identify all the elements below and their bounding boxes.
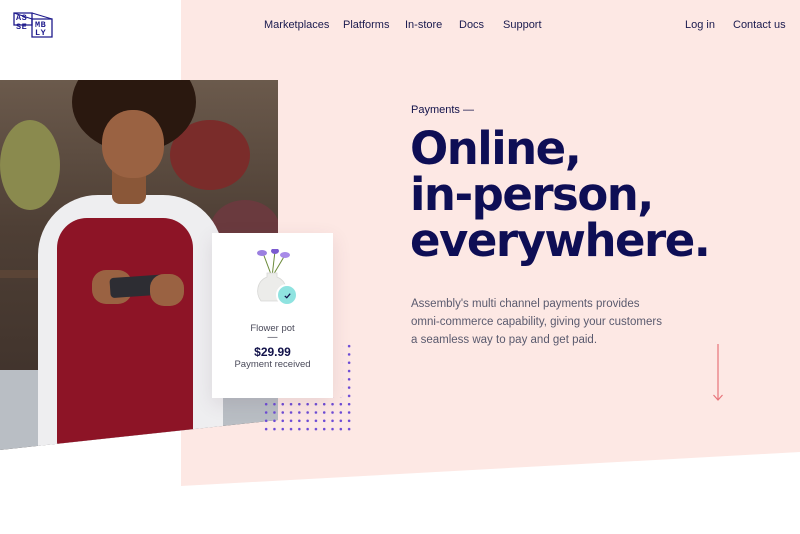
check-badge [276,284,298,306]
hero-description: Assembly's multi channel payments provid… [411,298,662,346]
login-link[interactable]: Log in [685,19,715,31]
assembly-logo[interactable]: AS SE MB LY [12,11,56,39]
logo-letters-4: LY [35,28,47,38]
person-apron [57,218,193,448]
hero-headline: Online, in-person, everywhere. [410,122,711,267]
payment-status: Payment received [234,359,311,370]
person-hand-right [150,274,184,306]
contact-us-link[interactable]: Contact us [733,19,786,31]
down-arrow-icon[interactable] [712,344,724,402]
check-icon [283,292,291,299]
headline-line-1: Online, [410,122,582,175]
person-face [102,110,164,178]
product-divider: — [267,332,278,343]
product-price: $29.99 [254,345,291,359]
nav-item-docs[interactable]: Docs [459,19,484,31]
plants-decor [0,120,60,210]
headline-line-3: everywhere. [410,214,711,267]
headline-line-2: in-person, [410,168,654,221]
logo-letters-2: SE [16,22,28,32]
payment-card: Flower pot — $29.99 Payment received [212,233,333,398]
section-eyebrow: Payments — [411,104,474,116]
nav-item-platforms[interactable]: Platforms [343,19,389,31]
nav-item-marketplaces[interactable]: Marketplaces [264,19,329,31]
nav-item-support[interactable]: Support [503,19,542,31]
nav-item-in-store[interactable]: In-store [405,19,442,31]
